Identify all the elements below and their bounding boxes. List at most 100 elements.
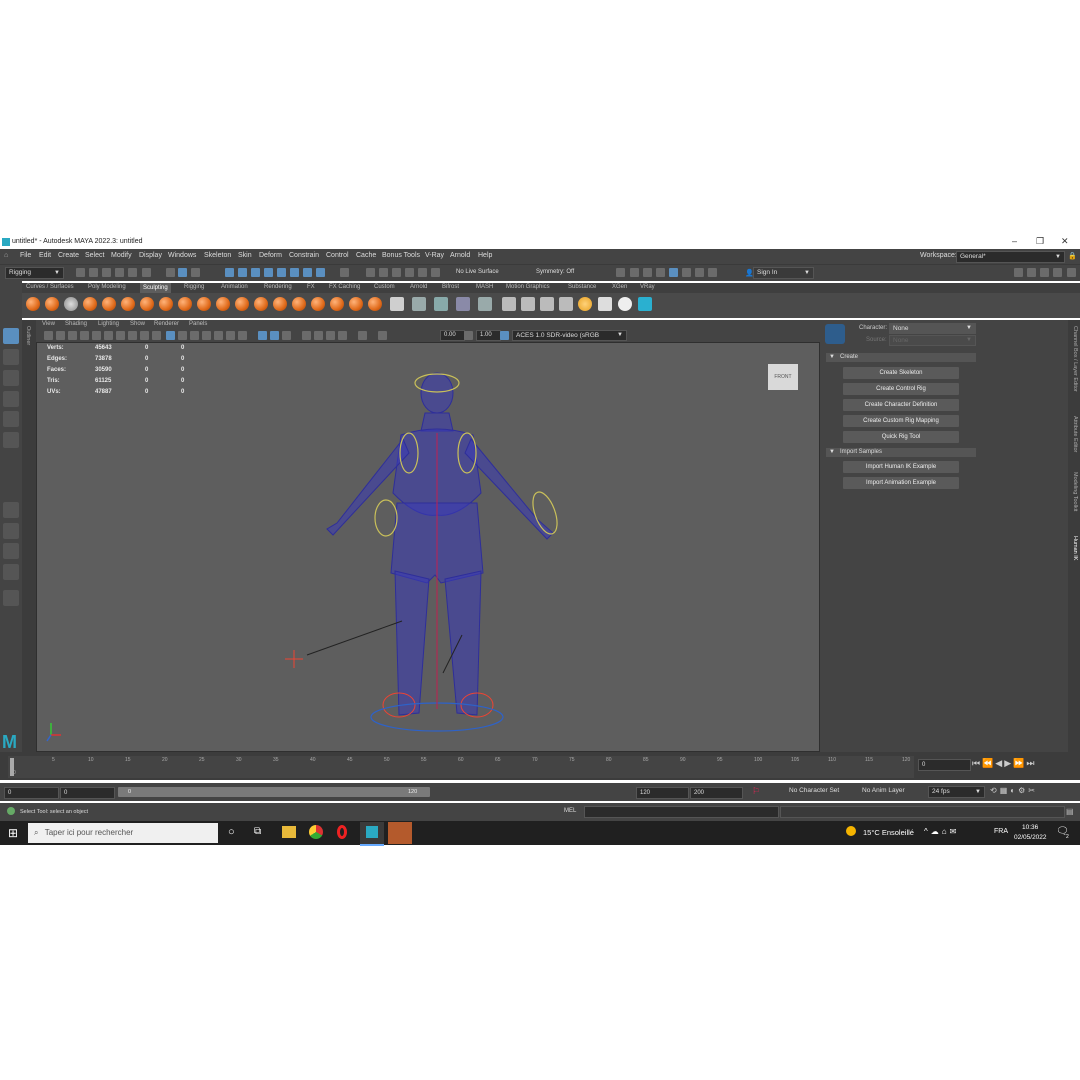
- wireframe-icon[interactable]: [166, 331, 175, 340]
- menu-skeleton[interactable]: Skeleton: [204, 252, 231, 259]
- single-pane-icon[interactable]: [1053, 268, 1062, 277]
- render-view-icon[interactable]: [418, 268, 427, 277]
- textured-icon[interactable]: [214, 331, 223, 340]
- snap-point-icon[interactable]: [251, 268, 260, 277]
- tool-settings-toggle-icon[interactable]: [643, 268, 652, 277]
- grid-toggle-icon[interactable]: [116, 331, 125, 340]
- lock-icon[interactable]: 🔒: [1068, 252, 1077, 260]
- attribute-editor-tab[interactable]: Attribute Editor: [1072, 416, 1078, 452]
- clock-date[interactable]: 02/05/2022: [1014, 834, 1047, 841]
- bookmark-icon[interactable]: [68, 331, 77, 340]
- home-icon[interactable]: ⌂: [4, 252, 8, 259]
- live-surface-label[interactable]: No Live Surface: [456, 269, 499, 275]
- modeling-toolkit-tab[interactable]: Modeling Toolkit: [1072, 472, 1078, 511]
- range-slider-bar[interactable]: 0 120: [118, 787, 430, 797]
- layout-icon[interactable]: [1014, 268, 1023, 277]
- use-all-lights-icon[interactable]: [226, 331, 235, 340]
- color-management-icon[interactable]: [500, 331, 509, 340]
- flatten-brush-icon[interactable]: [121, 297, 135, 311]
- relax-brush-icon[interactable]: [64, 297, 78, 311]
- move-tool-icon[interactable]: [3, 391, 19, 407]
- vray-toggle-icon[interactable]: [695, 268, 704, 277]
- freeze-brush-icon[interactable]: [349, 297, 363, 311]
- chrome-icon[interactable]: [309, 825, 323, 839]
- smooth-brush-icon[interactable]: [45, 297, 59, 311]
- shelf-tab-sculpting[interactable]: Sculpting: [140, 283, 171, 293]
- symmetry-label[interactable]: Symmetry: Off: [536, 269, 574, 275]
- import-animation-example-button[interactable]: Import Animation Example: [843, 477, 959, 489]
- windows-start-icon[interactable]: ⊞: [8, 826, 18, 840]
- shelf-tab-fx-caching[interactable]: FX Caching: [329, 284, 360, 290]
- search-icon[interactable]: [3, 590, 19, 606]
- pinch-brush-icon[interactable]: [102, 297, 116, 311]
- imprint-brush-icon[interactable]: [197, 297, 211, 311]
- joint-icon[interactable]: [598, 297, 612, 311]
- default-material-icon[interactable]: [190, 331, 199, 340]
- shelf-tab-rigging[interactable]: Rigging: [184, 284, 204, 290]
- menu-edit[interactable]: Edit: [39, 252, 51, 259]
- shelf-tab-animation[interactable]: Animation: [221, 284, 248, 290]
- menu-cache[interactable]: Cache: [356, 252, 376, 259]
- menu-bonus-tools[interactable]: Bonus Tools: [382, 252, 420, 259]
- workspace-dropdown[interactable]: General* ▼: [956, 251, 1065, 263]
- blend-shape-icon[interactable]: [456, 297, 470, 311]
- opera-icon[interactable]: [337, 825, 347, 839]
- persp-graph-layout-icon[interactable]: [3, 564, 19, 580]
- clock-time[interactable]: 10:36: [1022, 824, 1038, 831]
- smear-brush-icon[interactable]: [292, 297, 306, 311]
- scrape-brush-icon[interactable]: [235, 297, 249, 311]
- cluster-icon[interactable]: [521, 297, 535, 311]
- select-by-object-icon[interactable]: [178, 268, 187, 277]
- menu-set-dropdown[interactable]: Rigging ▼: [5, 267, 64, 279]
- redo-icon[interactable]: [128, 268, 137, 277]
- mask-face-icon[interactable]: [618, 297, 632, 311]
- snap-view-plane-icon[interactable]: [264, 268, 273, 277]
- shelf-tab-arnold[interactable]: Arnold: [410, 284, 427, 290]
- playback-start-field[interactable]: 0: [60, 787, 115, 799]
- camera-select-icon[interactable]: [44, 331, 53, 340]
- gamma-icon[interactable]: [464, 331, 473, 340]
- viewport-menu-renderer[interactable]: Renderer: [154, 321, 179, 327]
- snap-surface-icon[interactable]: [277, 268, 286, 277]
- script-editor-icon[interactable]: ▤: [1066, 807, 1074, 816]
- hypershade-icon[interactable]: [405, 268, 414, 277]
- character-set-dropdown[interactable]: No Character Set: [786, 786, 845, 796]
- smooth-shade-icon[interactable]: [178, 331, 187, 340]
- human-ik-tab[interactable]: Human IK: [1072, 536, 1078, 560]
- shelf-tab-bifrost[interactable]: Bifrost: [442, 284, 459, 290]
- shelf-tab-mash[interactable]: MASH: [476, 284, 493, 290]
- minimize-button[interactable]: –: [1012, 236, 1017, 246]
- viewport-menu-shading[interactable]: Shading: [65, 321, 87, 327]
- deformer-icon[interactable]: [478, 297, 492, 311]
- render-icon[interactable]: [366, 268, 375, 277]
- weather-text[interactable]: 15°C Ensoleillé: [863, 828, 914, 837]
- modeling-toolkit-toggle-icon[interactable]: [656, 268, 665, 277]
- bulge-brush-icon[interactable]: [311, 297, 325, 311]
- menu-vray[interactable]: V-Ray: [425, 252, 444, 259]
- fps-dropdown[interactable]: 24 fps ▼: [928, 786, 985, 798]
- two-d-pan-icon[interactable]: [92, 331, 101, 340]
- viewport-persp[interactable]: Verts: Edges: Faces: Tris: UVs: 45643 73…: [36, 342, 820, 752]
- xray-active-icon[interactable]: [282, 331, 291, 340]
- menu-display[interactable]: Display: [139, 252, 162, 259]
- render-setup-icon[interactable]: [431, 268, 440, 277]
- snap-live-icon[interactable]: [316, 268, 325, 277]
- time-slider[interactable]: 0 5 10 15 20 25 30 35 40 45 50 55 60 65 …: [8, 756, 914, 778]
- snap-vertex-icon[interactable]: [290, 268, 299, 277]
- shelf-tab-vray[interactable]: VRay: [640, 284, 655, 290]
- paint-select-tool-icon[interactable]: [3, 370, 19, 386]
- menu-windows[interactable]: Windows: [168, 252, 196, 259]
- panel-layout-icon[interactable]: [1027, 268, 1036, 277]
- attribute-editor-toggle-icon[interactable]: [630, 268, 639, 277]
- maximize-button[interactable]: ❐: [1036, 236, 1044, 247]
- viewport-menu-lighting[interactable]: Lighting: [98, 321, 119, 327]
- new-scene-icon[interactable]: [76, 268, 85, 277]
- isolate-select-icon[interactable]: [358, 331, 367, 340]
- single-perspective-layout-icon[interactable]: [3, 502, 19, 518]
- shelf-tab-xgen[interactable]: XGen: [612, 284, 627, 290]
- colorspace-dropdown[interactable]: ACES 1.0 SDR-video (sRGB ▼: [512, 330, 627, 341]
- amplify-brush-icon[interactable]: [330, 297, 344, 311]
- sign-in-dropdown[interactable]: Sign In ▼: [753, 267, 814, 279]
- sculpt-brush-icon[interactable]: [26, 297, 40, 311]
- xray-icon[interactable]: [258, 331, 267, 340]
